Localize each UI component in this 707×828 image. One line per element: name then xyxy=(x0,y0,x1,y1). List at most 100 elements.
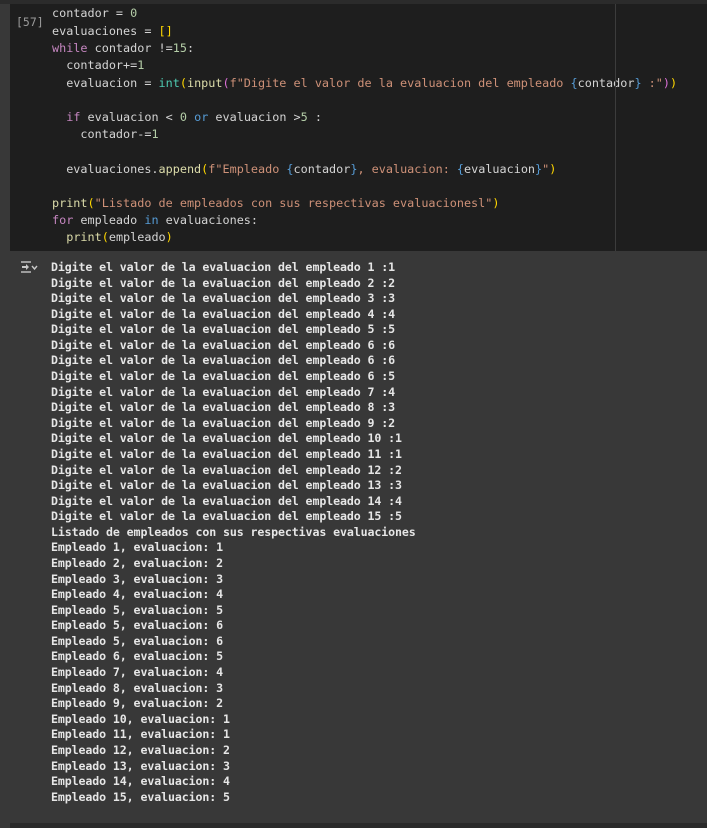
code-token: ) xyxy=(492,196,500,210)
output-line: Digite el valor de la evaluacion del emp… xyxy=(51,446,402,461)
code-token: ) xyxy=(165,230,173,244)
code-token: evaluaciones: xyxy=(158,213,258,227)
code-token: append xyxy=(158,162,202,176)
code-token: empleado xyxy=(73,213,145,227)
output-line: Empleado 12, evaluacion: 2 xyxy=(51,742,230,757)
code-token: ) xyxy=(669,76,678,90)
output-line: Empleado 5, evaluacion: 6 xyxy=(51,618,224,633)
execution-count: [57] xyxy=(16,15,44,29)
code-token: contador-= xyxy=(52,127,152,141)
output-line: Digite el valor de la evaluacion del emp… xyxy=(51,275,396,290)
cell-output: Digite el valor de la evaluacion del emp… xyxy=(0,251,707,820)
code-token: 1 xyxy=(137,58,145,72)
code-line: contador-=1 xyxy=(52,126,159,143)
code-editor[interactable]: contador = 0 evaluaciones = [] while conta… xyxy=(52,4,677,251)
code-line: for empleado in evaluaciones: xyxy=(52,212,258,229)
code-token: f"Digite el valor de la evaluacion del e… xyxy=(229,76,571,90)
code-token: :" xyxy=(641,76,663,90)
code-line: contador = 0 xyxy=(52,5,137,22)
code-token: 5 xyxy=(300,110,308,124)
output-line: Empleado 8, evaluacion: 3 xyxy=(51,680,224,695)
output-line: Digite el valor de la evaluacion del emp… xyxy=(51,306,396,321)
code-token: 1 xyxy=(151,127,159,141)
code-token: , evaluacion: xyxy=(357,162,457,176)
code-token: evaluacion > xyxy=(208,110,301,124)
code-token: [] xyxy=(158,24,173,38)
code-line: evaluacion = int(input(f"Digite el valor… xyxy=(52,75,677,92)
output-line: Digite el valor de la evaluacion del emp… xyxy=(51,322,396,337)
code-token: evaluacion xyxy=(464,162,536,176)
output-text: Digite el valor de la evaluacion del emp… xyxy=(51,260,416,805)
code-token: ) xyxy=(549,162,557,176)
code-line: evaluaciones = [] xyxy=(52,23,173,40)
code-token: ( xyxy=(222,76,230,90)
output-line: Empleado 1, evaluacion: 1 xyxy=(51,540,224,555)
output-line: Digite el valor de la evaluacion del emp… xyxy=(51,353,396,368)
output-line: Digite el valor de la evaluacion del emp… xyxy=(51,431,402,446)
code-token: 0 xyxy=(179,110,187,124)
bottom-scroll-bar[interactable] xyxy=(10,823,707,828)
code-token: for xyxy=(52,213,74,227)
code-line: print(empleado) xyxy=(52,229,173,246)
output-line: Empleado 7, evaluacion: 4 xyxy=(51,665,224,680)
cell-divider xyxy=(615,4,616,251)
code-token: } xyxy=(634,76,642,90)
code-token: ( xyxy=(179,76,187,90)
code-token: : xyxy=(307,110,322,124)
output-line: Empleado 5, evaluacion: 6 xyxy=(51,633,224,648)
code-line: if evaluacion < 0 or evaluacion >5 : xyxy=(52,109,322,126)
code-token: contador xyxy=(577,76,635,90)
code-token: { xyxy=(570,76,578,90)
output-line: Digite el valor de la evaluacion del emp… xyxy=(51,462,402,477)
code-token: contador+= xyxy=(52,58,138,72)
code-cell[interactable]: [57] contador = 0 evaluaciones = [] while … xyxy=(10,4,707,251)
output-line: Digite el valor de la evaluacion del emp… xyxy=(51,384,396,399)
code-token: { xyxy=(456,162,465,176)
code-token: evaluaciones = xyxy=(52,24,159,38)
output-line: Empleado 6, evaluacion: 5 xyxy=(51,649,224,664)
code-token: f"Empleado xyxy=(208,162,287,176)
code-token: or xyxy=(194,110,209,124)
code-line: print("Listado de empleados con sus resp… xyxy=(52,195,499,212)
code-token: 0 xyxy=(130,6,138,20)
output-line: Empleado 14, evaluacion: 4 xyxy=(51,774,230,789)
code-token: : xyxy=(186,41,195,55)
code-token: empleado xyxy=(108,230,166,244)
output-line: Digite el valor de la evaluacion del emp… xyxy=(51,260,396,274)
output-toggle-icon[interactable] xyxy=(19,259,39,275)
output-line: Empleado 15, evaluacion: 5 xyxy=(51,789,230,804)
code-line: evaluaciones.append(f"Empleado {contador… xyxy=(52,161,556,178)
code-token: { xyxy=(286,162,294,176)
output-line: Empleado 11, evaluacion: 1 xyxy=(51,727,230,742)
code-token: ( xyxy=(87,196,95,210)
output-line: Digite el valor de la evaluacion del emp… xyxy=(51,509,402,524)
code-token: "Listado de empleados con sus respectiva… xyxy=(94,196,493,210)
output-line: Empleado 5, evaluacion: 5 xyxy=(51,602,224,617)
code-token: evaluaciones. xyxy=(52,162,159,176)
output-line: Digite el valor de la evaluacion del emp… xyxy=(51,415,396,430)
output-line: Digite el valor de la evaluacion del emp… xyxy=(51,493,402,508)
output-line: Empleado 4, evaluacion: 4 xyxy=(51,587,224,602)
output-line: Listado de empleados con sus respectivas… xyxy=(51,524,416,539)
code-token: print xyxy=(66,230,102,244)
code-token: 15 xyxy=(172,41,187,55)
code-token: ) xyxy=(662,76,670,90)
code-token: contador xyxy=(293,162,351,176)
code-token: if xyxy=(66,110,81,124)
output-line: Digite el valor de la evaluacion del emp… xyxy=(51,400,396,415)
output-line: Empleado 3, evaluacion: 3 xyxy=(51,571,224,586)
output-line: Digite el valor de la evaluacion del emp… xyxy=(51,478,402,493)
code-token: print xyxy=(52,196,88,210)
code-token: input xyxy=(186,76,223,90)
output-line: Empleado 13, evaluacion: 3 xyxy=(51,758,230,773)
code-line: contador+=1 xyxy=(52,57,144,74)
output-line: Digite el valor de la evaluacion del emp… xyxy=(51,369,396,384)
output-line: Digite el valor de la evaluacion del emp… xyxy=(51,291,396,306)
output-line: Digite el valor de la evaluacion del emp… xyxy=(51,337,396,352)
code-token: evaluacion = xyxy=(52,76,159,90)
output-line: Empleado 10, evaluacion: 1 xyxy=(51,711,230,726)
code-line: while contador !=15: xyxy=(52,40,194,57)
code-token: contador != xyxy=(87,41,173,55)
